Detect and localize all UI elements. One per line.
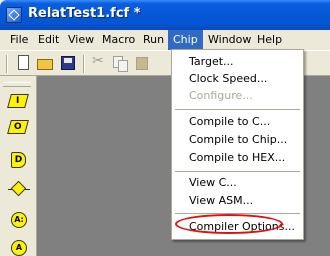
- chip-dropdown-menu: Target... Clock Speed... Configure... Co…: [171, 49, 304, 240]
- decision-diamond-icon[interactable]: [8, 180, 30, 198]
- application-window: RelatTest1.fcf * File Edit View Macro Ru…: [0, 0, 330, 256]
- menu-item-compile-to-chip[interactable]: Compile to Chip...: [173, 131, 302, 148]
- a-circle-icon[interactable]: A: [8, 239, 30, 256]
- menu-edit[interactable]: Edit: [33, 30, 64, 50]
- menu-bar: File Edit View Macro Run Chip Window Hel…: [0, 30, 330, 50]
- toolbar-grip: [6, 55, 8, 73]
- menu-item-view-asm[interactable]: View ASM...: [173, 192, 302, 209]
- output-parallelogram-icon[interactable]: O: [7, 118, 30, 136]
- assignment-circle-icon[interactable]: A:: [8, 211, 30, 229]
- window-title: RelatTest1.fcf *: [28, 6, 141, 21]
- toolbar-separator: [83, 55, 85, 73]
- menu-item-compile-to-c[interactable]: Compile to C...: [173, 113, 302, 130]
- menu-separator: [175, 109, 300, 110]
- paste-icon[interactable]: [135, 55, 151, 71]
- copy-icon[interactable]: [112, 55, 128, 72]
- save-disk-icon[interactable]: [60, 55, 76, 71]
- menu-file[interactable]: File: [5, 30, 33, 50]
- menu-macro[interactable]: Macro: [97, 30, 140, 50]
- open-folder-icon[interactable]: [37, 55, 53, 71]
- menu-window[interactable]: Window: [203, 30, 256, 50]
- menu-item-target[interactable]: Target...: [173, 53, 302, 70]
- component-palette: I O D A: A: [0, 76, 37, 256]
- menu-run[interactable]: Run: [138, 30, 169, 50]
- menu-item-compile-to-hex[interactable]: Compile to HEX...: [173, 149, 302, 166]
- menu-view[interactable]: View: [63, 30, 99, 50]
- app-icon[interactable]: [6, 7, 22, 23]
- annotation-oval: [175, 214, 283, 234]
- title-bar[interactable]: RelatTest1.fcf *: [0, 0, 330, 30]
- menu-item-view-c[interactable]: View C...: [173, 174, 302, 191]
- delay-box-icon[interactable]: D: [8, 151, 30, 169]
- new-file-icon[interactable]: [16, 55, 32, 71]
- input-parallelogram-icon[interactable]: I: [7, 92, 30, 110]
- menu-chip[interactable]: Chip: [168, 30, 203, 50]
- palette-grip: [3, 82, 31, 87]
- cut-icon[interactable]: ✂: [92, 53, 108, 69]
- menu-item-configure: Configure...: [189, 89, 253, 102]
- menu-separator: [175, 171, 300, 172]
- menu-item-clock-speed[interactable]: Clock Speed...: [173, 70, 302, 87]
- menu-help[interactable]: Help: [252, 30, 287, 50]
